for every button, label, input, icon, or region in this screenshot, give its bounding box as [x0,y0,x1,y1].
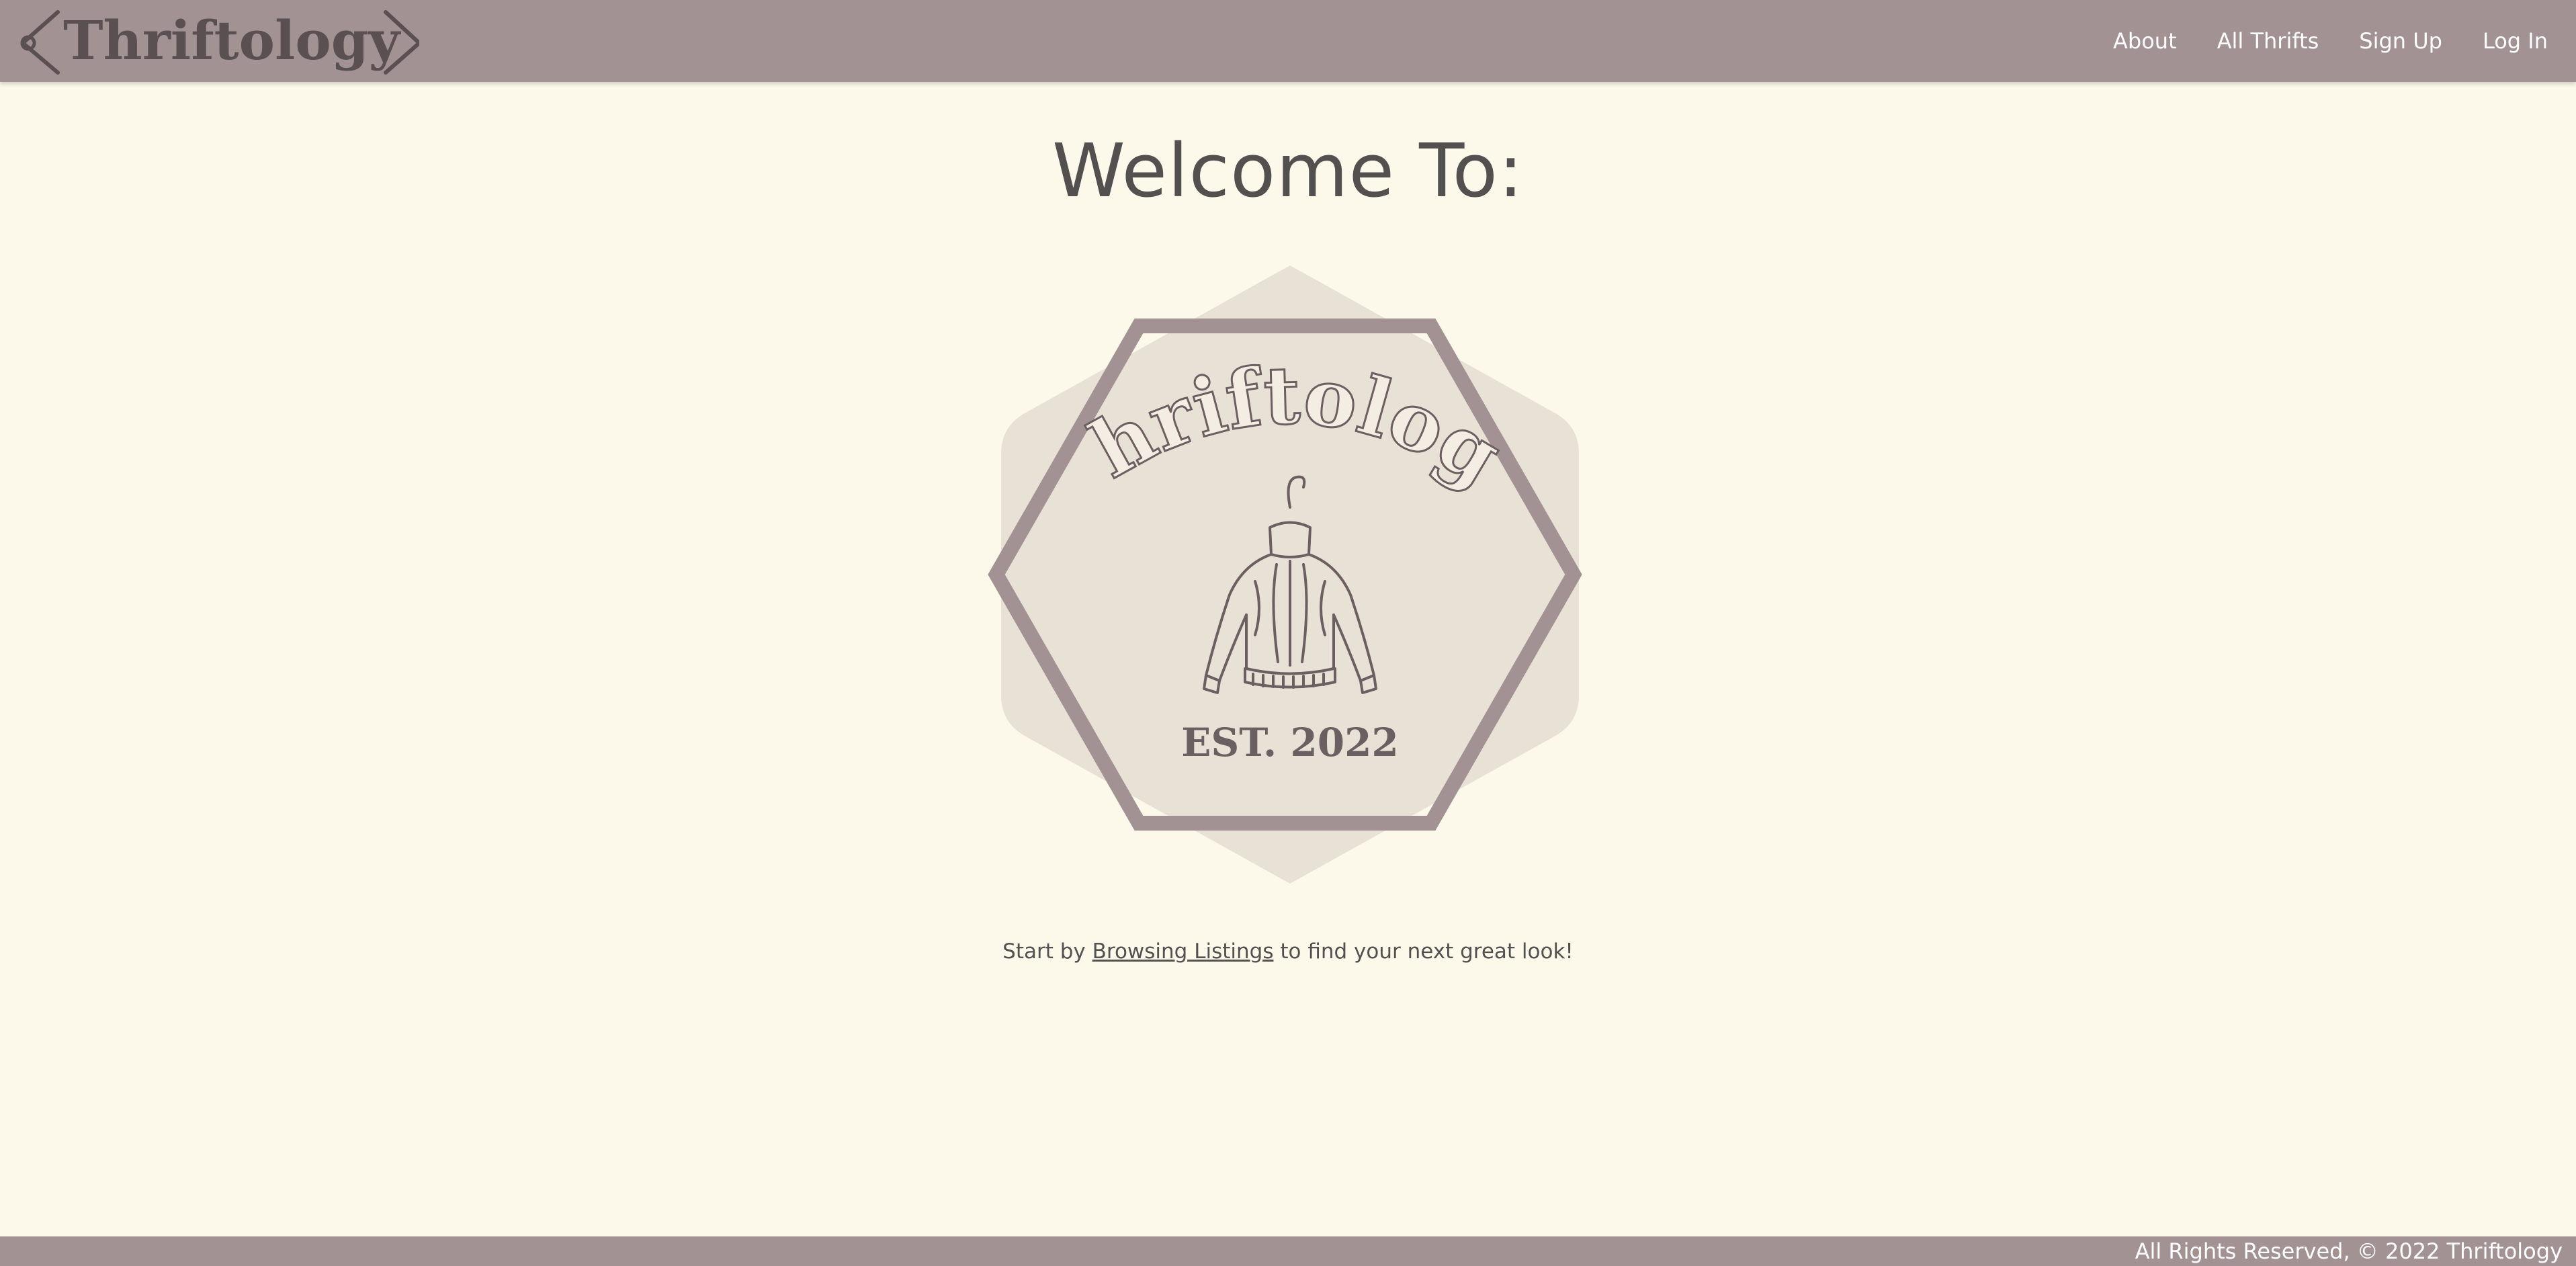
svg-text:EST. 2022: EST. 2022 [1181,720,1399,765]
page-title: Welcome To: [1052,128,1524,214]
nav-all-thrifts[interactable]: All Thrifts [2217,28,2319,54]
thriftology-emblem-logo: Thriftology EST. 2022 [957,183,1592,890]
tagline-suffix: to find your next great look! [1273,939,1574,964]
copyright-text: All Rights Reserved, © 2022 Thriftology [2135,1238,2563,1264]
nav-log-in[interactable]: Log In [2483,28,2548,54]
top-navbar: Thriftology About All Thrifts Sign Up Lo… [0,0,2576,82]
footer: All Rights Reserved, © 2022 Thriftology [0,1236,2576,1266]
tagline: Start by Browsing Listings to find your … [0,939,2576,964]
brand-logo-link[interactable]: Thriftology [0,0,419,82]
svg-text:Thriftology: Thriftology [63,9,402,72]
nav-links: About All Thrifts Sign Up Log In [2093,28,2576,54]
thriftology-wordmark-logo: Thriftology [20,9,419,75]
browse-listings-link[interactable]: Browsing Listings [1092,939,1274,964]
tagline-prefix: Start by [1002,939,1092,964]
nav-about[interactable]: About [2113,28,2177,54]
nav-sign-up[interactable]: Sign Up [2359,28,2442,54]
